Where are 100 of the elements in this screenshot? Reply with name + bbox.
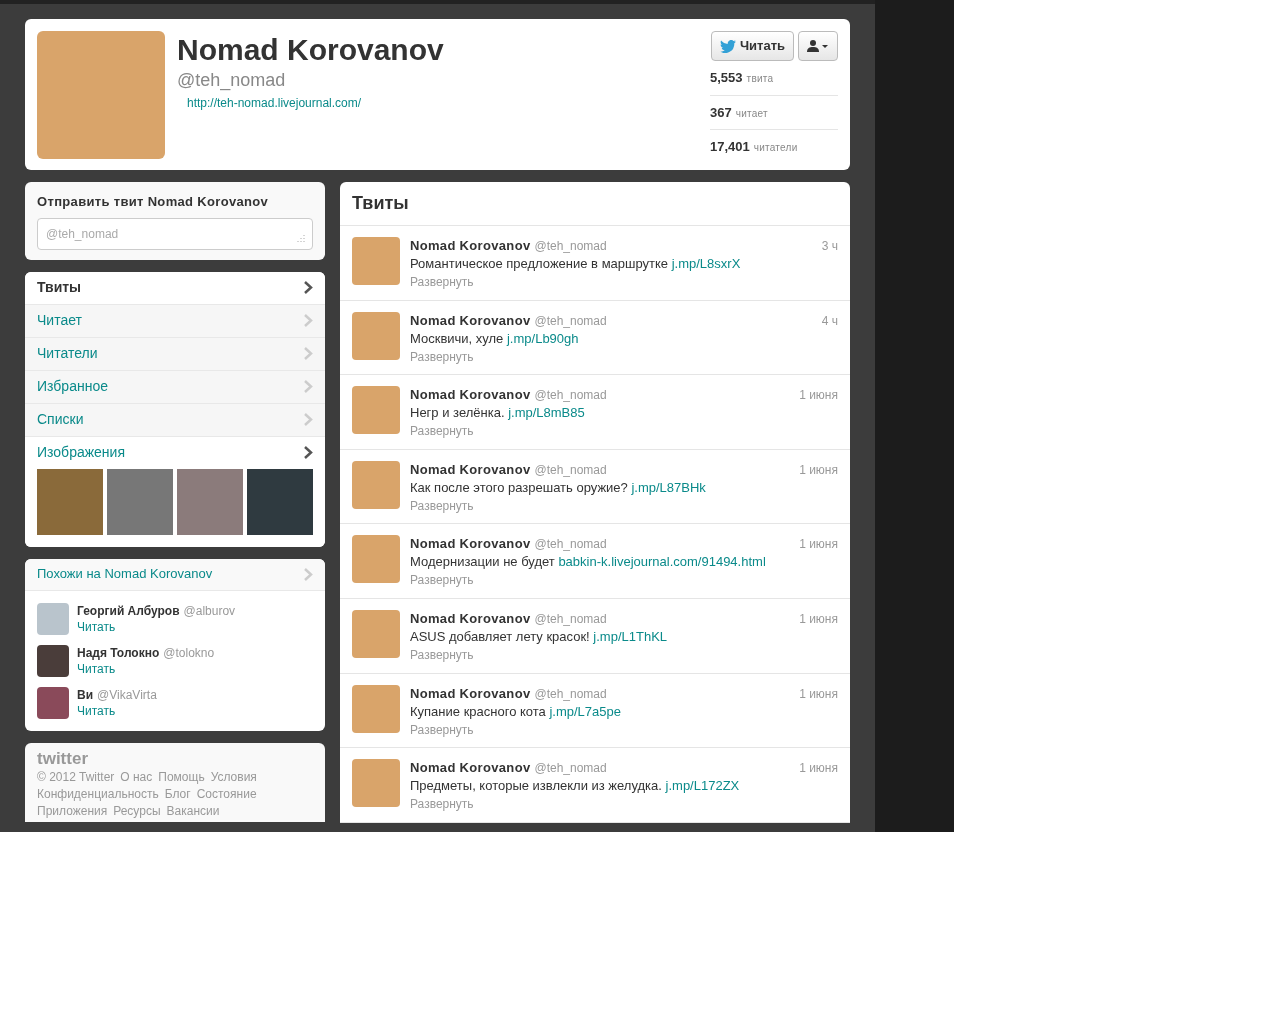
follow-link[interactable]: Читать [77, 660, 116, 677]
footer-link[interactable]: Вакансии [166, 802, 220, 820]
footer-link[interactable]: Конфиденциальность [37, 785, 159, 803]
tweet-time[interactable]: 1 июня [799, 609, 838, 628]
tweet-text: Купание красного кота j.mp/L7a5pe [410, 702, 622, 721]
tweet-link[interactable]: j.mp/Lb90gh [507, 330, 579, 346]
tweet-handle[interactable]: @teh_nomad [534, 535, 607, 554]
tweet-time[interactable]: 4 ч [821, 311, 838, 330]
tweet-text: Как после этого разрешать оружие? j.mp/L87BHk [410, 478, 707, 497]
user-handle: @tolokno [163, 644, 215, 661]
expand-link[interactable]: Развернуть [410, 347, 474, 366]
tweet-time[interactable]: 1 июня [799, 759, 838, 778]
profile-link[interactable]: http://teh-nomad.livejournal.com/ [187, 94, 362, 112]
tweet-time[interactable]: 1 июня [799, 684, 838, 703]
tweet-text: ASUS добавляет лету красок! j.mp/L1ThKL [410, 627, 669, 646]
stat-value[interactable]: 5,553 [710, 68, 743, 88]
follow-button[interactable]: Читать [710, 31, 794, 61]
expand-link[interactable]: Развернуть [410, 795, 474, 814]
stat-value[interactable]: 367 [710, 102, 732, 122]
chevron-icon [304, 347, 313, 360]
follow-link[interactable]: Читать [77, 702, 116, 719]
nav-item[interactable]: Читатели [25, 337, 325, 370]
tweet-author[interactable]: Nomad Korovanov [410, 609, 531, 628]
tweet-handle[interactable]: @teh_nomad [534, 684, 607, 703]
nav-item[interactable]: Избранное [25, 370, 325, 403]
user-menu-button[interactable] [798, 31, 838, 61]
tweet-time[interactable]: 1 июня [799, 386, 838, 405]
profile-name: Nomad Korovanov [177, 32, 445, 68]
footer-link[interactable]: О нас [120, 768, 153, 786]
expand-link[interactable]: Развернуть [410, 720, 474, 739]
chevron-icon [304, 281, 313, 294]
stat-value[interactable]: 17,401 [710, 137, 750, 157]
expand-link[interactable]: Развернуть [410, 645, 474, 664]
tweet-link[interactable]: j.mp/L87BHk [631, 479, 706, 495]
tweet-text: Предметы, которые извлекли из желудка. j.mp/L172ZX [410, 777, 741, 796]
stat-label[interactable]: твита [746, 71, 774, 86]
tweet-handle[interactable]: @teh_nomad [534, 311, 607, 330]
similar-header[interactable]: Похожи на Nomad Korovanov [25, 558, 325, 591]
tweet-author[interactable]: Nomad Korovanov [410, 311, 531, 330]
tweet-time[interactable]: 1 июня [799, 460, 838, 479]
tweet-author[interactable]: Nomad Korovanov [410, 535, 531, 554]
compose-title: Отправить твит Nomad Korovanov [37, 193, 270, 211]
bird-icon [719, 39, 736, 53]
tweet-input-field[interactable]: @teh_nomad [37, 217, 313, 250]
footer-link[interactable]: Состояние [196, 785, 257, 803]
tweet-author[interactable]: Nomad Korovanov [410, 386, 531, 405]
resize-grip-icon [297, 233, 305, 242]
tweet-handle[interactable]: @teh_nomad [534, 237, 607, 255]
user-name[interactable]: Ви [77, 686, 94, 703]
tweet-author[interactable]: Nomad Korovanov [410, 460, 531, 479]
tweet-text: Москвичи, хуле j.mp/Lb90gh [410, 329, 580, 348]
tweet-text: Негр и зелёнка. j.mp/L8mB85 [410, 404, 586, 423]
nav-item[interactable]: Твиты [25, 271, 325, 304]
footer-link[interactable]: Приложения [37, 802, 108, 820]
chevron-icon [304, 314, 313, 327]
expand-link[interactable]: Развернуть [410, 273, 474, 291]
chevron-icon [304, 380, 313, 393]
tweet-handle[interactable]: @teh_nomad [534, 386, 607, 405]
chevron-icon [304, 413, 313, 426]
avatar-placeholder[interactable] [37, 644, 69, 677]
stat-label[interactable]: читатели [753, 140, 798, 155]
tweet-link[interactable]: j.mp/L8mB85 [508, 405, 585, 421]
user-handle: @alburov [183, 602, 236, 619]
nav-item[interactable]: Читает [25, 304, 325, 337]
tweet-link[interactable]: j.mp/L1ThKL [593, 628, 668, 644]
tweet-author[interactable]: Nomad Korovanov [410, 759, 531, 778]
user-name[interactable]: Георгий Албуров [77, 602, 180, 619]
tweet-text: Модернизации не будет babkin-k.livejournal.com/91494.html [410, 553, 767, 572]
tweet-link[interactable]: j.mp/L7a5pe [549, 703, 621, 719]
follow-link[interactable]: Читать [77, 618, 116, 635]
twitter-logo[interactable]: twitter [37, 748, 88, 769]
chevron-icon [304, 567, 313, 581]
avatar-placeholder[interactable] [37, 686, 69, 719]
tweet-text: Романтическое предложение в маршрутке j.mp/L8sxrX [410, 255, 742, 273]
chevron-icon [304, 446, 313, 459]
expand-link[interactable]: Развернуть [410, 496, 474, 515]
tweet-handle[interactable]: @teh_nomad [534, 759, 607, 778]
expand-link[interactable]: Развернуть [410, 422, 474, 441]
tweet-author[interactable]: Nomad Korovanov [410, 237, 531, 255]
tweet-time[interactable]: 3 ч [821, 237, 838, 255]
footer-link[interactable]: © 2012 Twitter [37, 768, 115, 786]
tweet-handle[interactable]: @teh_nomad [534, 460, 607, 479]
tweet-time[interactable]: 1 июня [799, 535, 838, 554]
nav-item[interactable]: Списки [25, 403, 325, 436]
stat-label[interactable]: читает [735, 105, 768, 121]
tweet-link[interactable]: j.mp/L172ZX [665, 778, 740, 794]
person-caret-icon [807, 40, 829, 52]
timeline-title: Твиты [340, 182, 850, 226]
expand-link[interactable]: Развернуть [410, 571, 474, 590]
profile-handle: @teh_nomad [177, 68, 287, 91]
tweet-author[interactable]: Nomad Korovanov [410, 684, 531, 703]
footer-link[interactable]: Ресурсы [113, 802, 161, 820]
footer-link[interactable]: Помощь [158, 768, 205, 786]
user-handle: @VikaVirta [97, 686, 157, 703]
user-name[interactable]: Надя Толокно [77, 644, 160, 661]
tweet-link[interactable]: j.mp/L8sxrX [671, 256, 741, 271]
footer-link[interactable]: Условия [210, 768, 257, 786]
footer-link[interactable]: Блог [164, 785, 191, 803]
tweet-link[interactable]: babkin-k.livejournal.com/91494.html [558, 554, 766, 570]
tweet-handle[interactable]: @teh_nomad [534, 609, 607, 628]
